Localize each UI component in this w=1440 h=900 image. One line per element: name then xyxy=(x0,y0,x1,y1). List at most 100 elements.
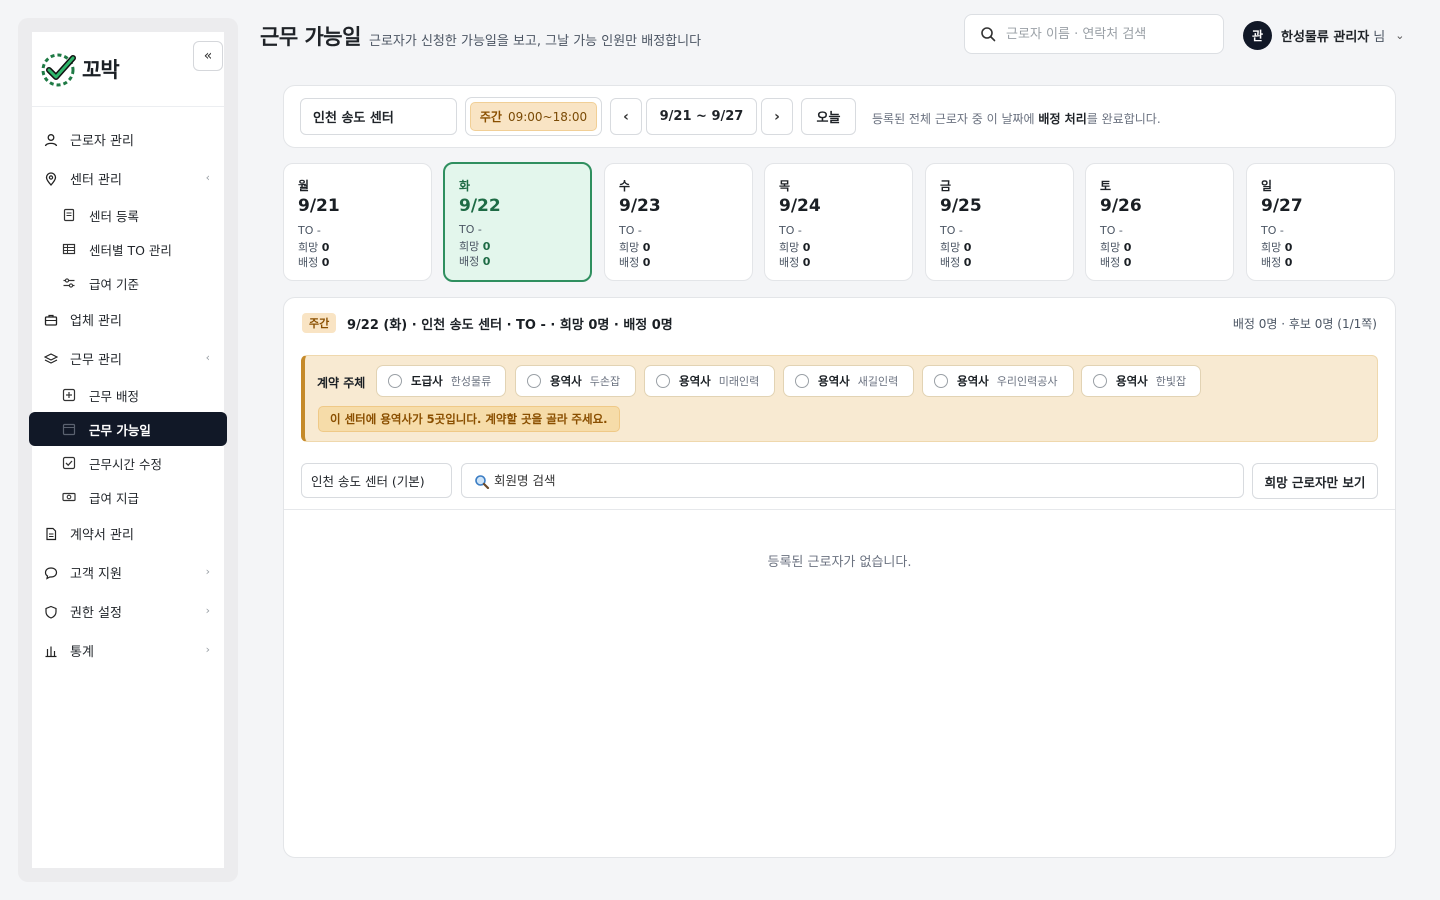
option-role: 용역사 xyxy=(818,374,850,388)
assign-label: 배정 xyxy=(1261,256,1282,269)
chevron-icon: › xyxy=(205,565,210,578)
shift-label: 주간 xyxy=(479,110,502,124)
sidebar-item-0[interactable]: 근로자 관리 xyxy=(32,120,224,159)
day-of-week: 화 xyxy=(459,179,471,193)
day-card[interactable]: 수 9/23 TO - 희망 0 배정 0 xyxy=(604,163,753,281)
note-bold: 배정 처리 xyxy=(1038,112,1087,126)
sidebar-item-label: 통계 xyxy=(70,645,94,660)
assign-count: 0 xyxy=(321,256,330,269)
sidebar-item-1[interactable]: 센터 관리 ‹ xyxy=(32,159,224,198)
sidebar-item-2[interactable]: 센터 등록 xyxy=(32,198,224,232)
divider xyxy=(284,509,1395,510)
contract-option[interactable]: 용역사 미래인력 xyxy=(644,365,775,397)
day-card[interactable]: 목 9/24 TO - 희망 0 배정 0 xyxy=(764,163,913,281)
only-hope-button[interactable]: 희망 근로자만 보기 xyxy=(1252,463,1378,499)
option-company: 새길인력 xyxy=(857,375,899,388)
assign-count: 0 xyxy=(1284,256,1293,269)
sidebar-item-label: 근무시간 수정 xyxy=(89,456,162,472)
sidebar-item-12[interactable]: 고객 지원 › xyxy=(32,553,224,592)
sidebar-item-4[interactable]: 급여 기준 xyxy=(32,266,224,300)
sidebar-item-9[interactable]: 근무시간 수정 xyxy=(32,446,224,480)
day-card[interactable]: 월 9/21 TO - 희망 0 배정 0 xyxy=(283,163,432,281)
user-suffix: 님 xyxy=(1373,29,1386,45)
warning-message: 이 센터에 용역사가 5곳입니다. 계약할 곳을 골라 주세요. xyxy=(318,406,620,432)
day-card[interactable]: 일 9/27 TO - 희망 0 배정 0 xyxy=(1246,163,1395,281)
hope-count: 0 xyxy=(321,241,330,254)
option-company: 두손잡 xyxy=(589,375,621,388)
day-assign: 배정 0 xyxy=(298,254,329,270)
sliders-icon xyxy=(62,276,76,290)
next-week-button[interactable]: › xyxy=(761,98,793,135)
day-date: 9/26 xyxy=(1100,196,1142,216)
chevron-down-icon: ⌄ xyxy=(1395,28,1405,42)
sidebar-item-3[interactable]: 센터별 TO 관리 xyxy=(32,232,224,266)
contract-option[interactable]: 도급사 한성물류 xyxy=(376,365,506,397)
assign-label: 배정 xyxy=(779,256,800,269)
contract-option[interactable]: 용역사 우리인력공사 xyxy=(922,365,1074,397)
sidebar-item-10[interactable]: 급여 지급 xyxy=(32,480,224,514)
sidebar-item-14[interactable]: 통계 › xyxy=(32,631,224,670)
chevron-icon: › xyxy=(205,604,210,617)
radio-button[interactable] xyxy=(388,374,402,388)
day-of-week: 일 xyxy=(1261,179,1273,193)
chevron-right-icon: › xyxy=(774,108,780,125)
panel-header: 주간 9/22 (화) · 인천 송도 센터 · TO - · 희망 0명 · … xyxy=(284,298,1395,348)
hope-label: 희망 xyxy=(619,241,640,254)
hope-count: 0 xyxy=(1123,241,1132,254)
contract-icon xyxy=(44,527,58,541)
prev-week-button[interactable]: ‹ xyxy=(610,98,642,135)
sidebar-item-label: 권한 설정 xyxy=(70,606,122,621)
contract-option[interactable]: 용역사 새길인력 xyxy=(783,365,914,397)
chevron-icon: ‹ xyxy=(205,171,210,184)
sidebar-panel: 꼬박 « 근로자 관리 센터 관리 ‹ 센터 등록 센터별 TO 관리 급여 기준 업체 관… xyxy=(29,32,227,868)
empty-state: 등록된 근로자가 없습니다. xyxy=(767,555,912,570)
day-card[interactable]: 토 9/26 TO - 희망 0 배정 0 xyxy=(1085,163,1234,281)
radio-button[interactable] xyxy=(934,374,948,388)
center-filter-select[interactable]: 인천 송도 센터 (기본) xyxy=(301,463,452,498)
day-assign: 배정 0 xyxy=(1100,254,1131,270)
sidebar-item-6[interactable]: 근무 관리 ‹ xyxy=(32,339,224,378)
radio-button[interactable] xyxy=(656,374,670,388)
global-search[interactable] xyxy=(964,14,1224,54)
search-input[interactable] xyxy=(1006,26,1206,42)
sidebar-collapse-button[interactable]: « xyxy=(193,41,223,71)
chevron-left-icon: ‹ xyxy=(623,108,629,125)
radio-button[interactable] xyxy=(795,374,809,388)
sidebar-item-13[interactable]: 권한 설정 › xyxy=(32,592,224,631)
date-range[interactable]: 9/21 ~ 9/27 xyxy=(646,98,757,135)
sidebar-item-11[interactable]: 계약서 관리 xyxy=(32,514,224,553)
day-of-week: 목 xyxy=(779,179,791,193)
member-search-input[interactable] xyxy=(494,473,1194,488)
briefcase-icon xyxy=(44,313,58,327)
radio-button[interactable] xyxy=(1093,374,1107,388)
toolbar-note: 등록된 전체 근로자 중 이 날짜에 배정 처리를 완료합니다. xyxy=(872,110,1161,127)
contract-option[interactable]: 용역사 두손잡 xyxy=(515,365,636,397)
day-card[interactable]: 금 9/25 TO - 희망 0 배정 0 xyxy=(925,163,1074,281)
location-pin-icon xyxy=(44,171,58,186)
user-menu[interactable]: 관 한성물류 관리자 님 ⌄ xyxy=(1243,20,1404,50)
assign-count: 0 xyxy=(642,256,651,269)
logo-text: 꼬박 xyxy=(82,58,120,82)
sidebar-item-label: 고객 지원 xyxy=(70,567,122,582)
shift-select[interactable]: 주간 09:00~18:00 xyxy=(465,97,602,136)
option-role: 용역사 xyxy=(679,374,711,388)
option-company: 우리인력공사 xyxy=(996,375,1058,388)
option-company: 한성물류 xyxy=(450,375,492,388)
sidebar-item-5[interactable]: 업체 관리 xyxy=(32,300,224,339)
day-card[interactable]: 화 9/22 TO - 희망 0 배정 0 xyxy=(443,162,592,282)
center-select[interactable]: 인천 송도 센터 xyxy=(300,98,457,135)
sidebar-item-7[interactable]: 근무 배정 xyxy=(32,378,224,412)
assign-count: 0 xyxy=(963,256,972,269)
today-button[interactable]: 오늘 xyxy=(801,98,856,135)
option-role: 용역사 xyxy=(550,374,582,388)
shift-time: 09:00~18:00 xyxy=(507,109,588,124)
option-role: 용역사 xyxy=(1116,374,1148,388)
radio-button[interactable] xyxy=(527,374,541,388)
day-assign: 배정 0 xyxy=(940,254,971,270)
member-search[interactable] xyxy=(461,463,1244,498)
contract-option[interactable]: 용역사 한빛잡 xyxy=(1081,365,1201,397)
day-of-week: 수 xyxy=(619,179,631,193)
hope-count: 0 xyxy=(642,241,651,254)
sidebar-item-8[interactable]: 근무 가능일 xyxy=(29,412,227,446)
hope-count: 0 xyxy=(482,240,491,253)
